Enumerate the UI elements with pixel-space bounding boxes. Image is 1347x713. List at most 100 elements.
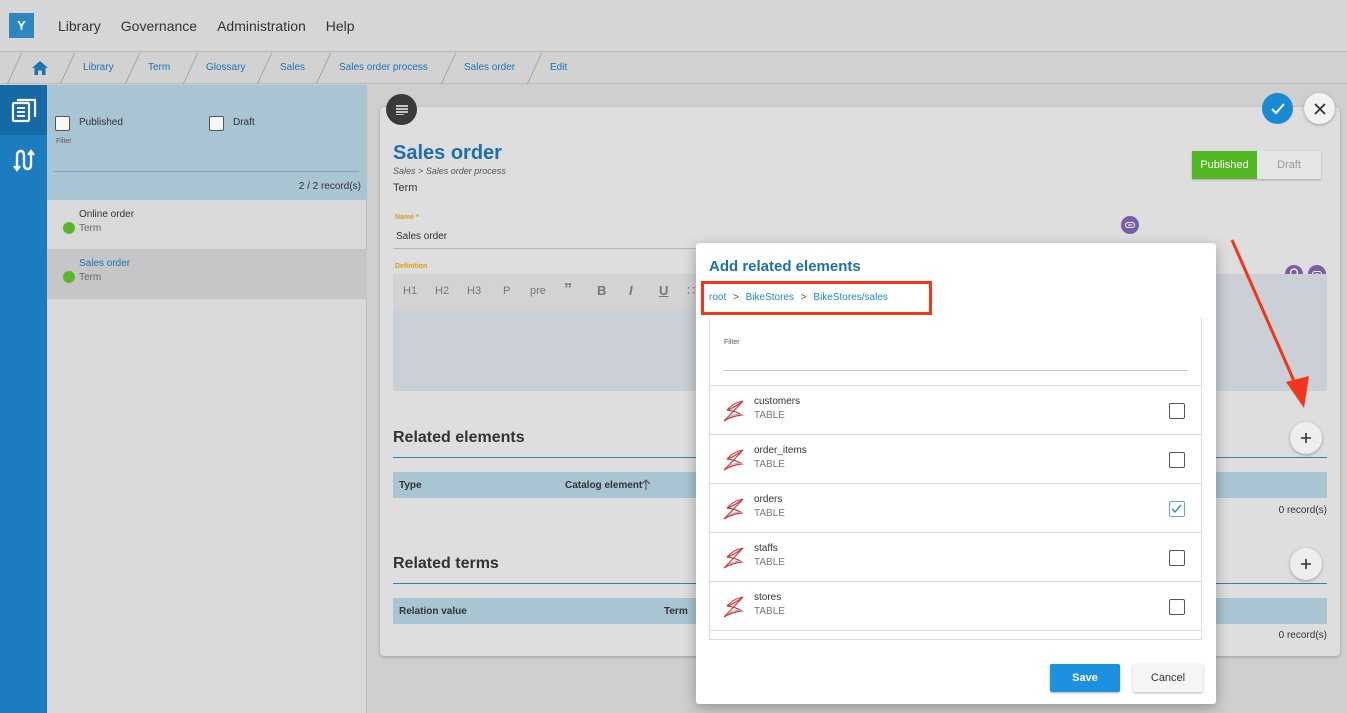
row-checkbox[interactable] <box>1169 550 1185 566</box>
sql-server-icon <box>723 596 744 618</box>
row-name: customers <box>754 396 801 407</box>
toolbar-h3[interactable]: H3 <box>467 285 481 297</box>
name-link-button[interactable] <box>1121 216 1139 234</box>
row-name: order_items <box>754 445 807 456</box>
dialog-filter-label: Filter <box>724 339 740 346</box>
list-item[interactable]: orders TABLE <box>709 484 1202 533</box>
link-icon <box>1125 222 1135 228</box>
toolbar-underline[interactable]: U <box>659 283 668 298</box>
list-item-type: Term <box>79 223 102 234</box>
rail-lineage[interactable] <box>0 135 47 185</box>
close-icon <box>1313 102 1326 115</box>
status-dot <box>63 222 75 234</box>
list-item[interactable]: order_items TABLE <box>709 435 1202 484</box>
menu-help[interactable]: Help <box>326 18 355 34</box>
list-item[interactable]: customers TABLE <box>709 386 1202 435</box>
menu-button[interactable] <box>386 94 417 125</box>
list-item[interactable]: stores TABLE <box>709 582 1202 631</box>
add-related-elements-dialog: Add related elements root > BikeStores >… <box>696 243 1216 704</box>
path-bikestores-sales[interactable]: BikeStores/sales <box>813 292 887 303</box>
path-breadcrumb: root > BikeStores > BikeStores/sales <box>709 292 888 303</box>
sql-server-icon <box>723 400 744 422</box>
name-input[interactable]: Sales order <box>396 231 447 242</box>
sql-server-icon <box>723 449 744 471</box>
toolbar-h1[interactable]: H1 <box>403 285 417 297</box>
library-icon <box>11 98 36 123</box>
home-icon[interactable] <box>31 60 49 76</box>
draft-checkbox[interactable] <box>209 116 224 131</box>
filter-input[interactable] <box>54 171 359 172</box>
crumb-library[interactable]: Library <box>83 62 114 73</box>
list-item[interactable]: staffs TABLE <box>709 533 1202 582</box>
status-published[interactable]: Published <box>1192 151 1257 179</box>
editor-toolbar: H1 H2 H3 P pre ” B I U ∷ <box>393 274 713 309</box>
save-button[interactable]: Save <box>1050 664 1120 692</box>
related-terms-records: 0 record(s) <box>1278 630 1327 641</box>
crumb-sales[interactable]: Sales <box>280 62 305 73</box>
status-toggle: Published Draft <box>1192 151 1321 179</box>
row-checkbox[interactable] <box>1169 403 1185 419</box>
related-elements-records: 0 record(s) <box>1278 505 1327 516</box>
rail-library[interactable] <box>0 85 47 135</box>
name-label: Name * <box>395 214 419 221</box>
confirm-button[interactable] <box>1262 93 1293 124</box>
crumb-sales-order-process[interactable]: Sales order process <box>339 62 428 73</box>
cancel-button[interactable]: Cancel <box>1133 664 1203 692</box>
add-related-element-button[interactable] <box>1290 422 1322 454</box>
top-menu: Library Governance Administration Help <box>48 0 365 52</box>
row-kind: TABLE <box>754 606 785 617</box>
status-draft[interactable]: Draft <box>1257 151 1321 179</box>
toolbar-bold[interactable]: B <box>597 283 606 298</box>
path-bikestores[interactable]: BikeStores <box>746 292 794 303</box>
row-name: orders <box>754 494 783 505</box>
published-label: Published <box>79 117 123 128</box>
toolbar-italic[interactable]: I <box>629 283 633 298</box>
crumb-term[interactable]: Term <box>148 62 170 73</box>
toolbar-pre[interactable]: pre <box>530 285 546 297</box>
menu-governance[interactable]: Governance <box>121 18 197 34</box>
add-related-term-button[interactable] <box>1290 548 1322 580</box>
path-root[interactable]: root <box>709 292 726 303</box>
list-item-name: Sales order <box>79 258 131 269</box>
crumb-edit[interactable]: Edit <box>550 62 567 73</box>
col-term[interactable]: Term <box>664 606 688 617</box>
row-checkbox[interactable] <box>1169 599 1185 615</box>
breadcrumb: Library Term Glossary Sales Sales order … <box>0 53 1347 84</box>
col-type[interactable]: Type <box>399 480 422 491</box>
lineage-icon <box>12 149 35 172</box>
definition-label: Definition <box>395 263 428 270</box>
app-logo[interactable]: Y <box>9 13 34 38</box>
list-item-selected[interactable]: Sales order Term <box>47 250 367 299</box>
menu-icon <box>395 104 408 115</box>
list-panel: Published Draft Filter 2 / 2 record(s) O… <box>47 85 367 713</box>
dialog-filter-input[interactable] <box>723 370 1188 371</box>
row-checkbox-checked[interactable] <box>1169 501 1185 517</box>
row-kind: TABLE <box>754 557 785 568</box>
row-checkbox[interactable] <box>1169 452 1185 468</box>
row-name: stores <box>754 592 782 603</box>
filter-box: Published Draft Filter 2 / 2 record(s) <box>47 85 367 200</box>
crumb-sales-order[interactable]: Sales order <box>464 62 515 73</box>
crumb-glossary[interactable]: Glossary <box>206 62 245 73</box>
menu-library[interactable]: Library <box>58 18 101 34</box>
sort-arrow-icon[interactable] <box>641 479 651 491</box>
toolbar-list[interactable]: ∷ <box>687 283 695 299</box>
published-checkbox[interactable] <box>55 116 70 131</box>
col-relation-value[interactable]: Relation value <box>399 606 467 617</box>
close-button[interactable] <box>1304 93 1335 124</box>
dialog-filter: Filter <box>709 318 1202 386</box>
toolbar-h2[interactable]: H2 <box>435 285 449 297</box>
record-count: 2 / 2 record(s) <box>298 181 361 192</box>
sql-server-icon <box>723 498 744 520</box>
row-kind: TABLE <box>754 410 785 421</box>
toolbar-quote[interactable]: ” <box>564 281 572 299</box>
plus-icon <box>1301 559 1311 569</box>
list-item[interactable]: Online order Term <box>47 201 367 250</box>
col-catalog-element[interactable]: Catalog element <box>565 480 642 491</box>
menu-administration[interactable]: Administration <box>217 18 306 34</box>
definition-editor[interactable] <box>393 309 713 391</box>
top-bar: Y Library Governance Administration Help <box>0 0 1347 52</box>
filter-label: Filter <box>56 138 72 145</box>
plus-icon <box>1301 433 1311 443</box>
toolbar-p[interactable]: P <box>503 285 510 297</box>
